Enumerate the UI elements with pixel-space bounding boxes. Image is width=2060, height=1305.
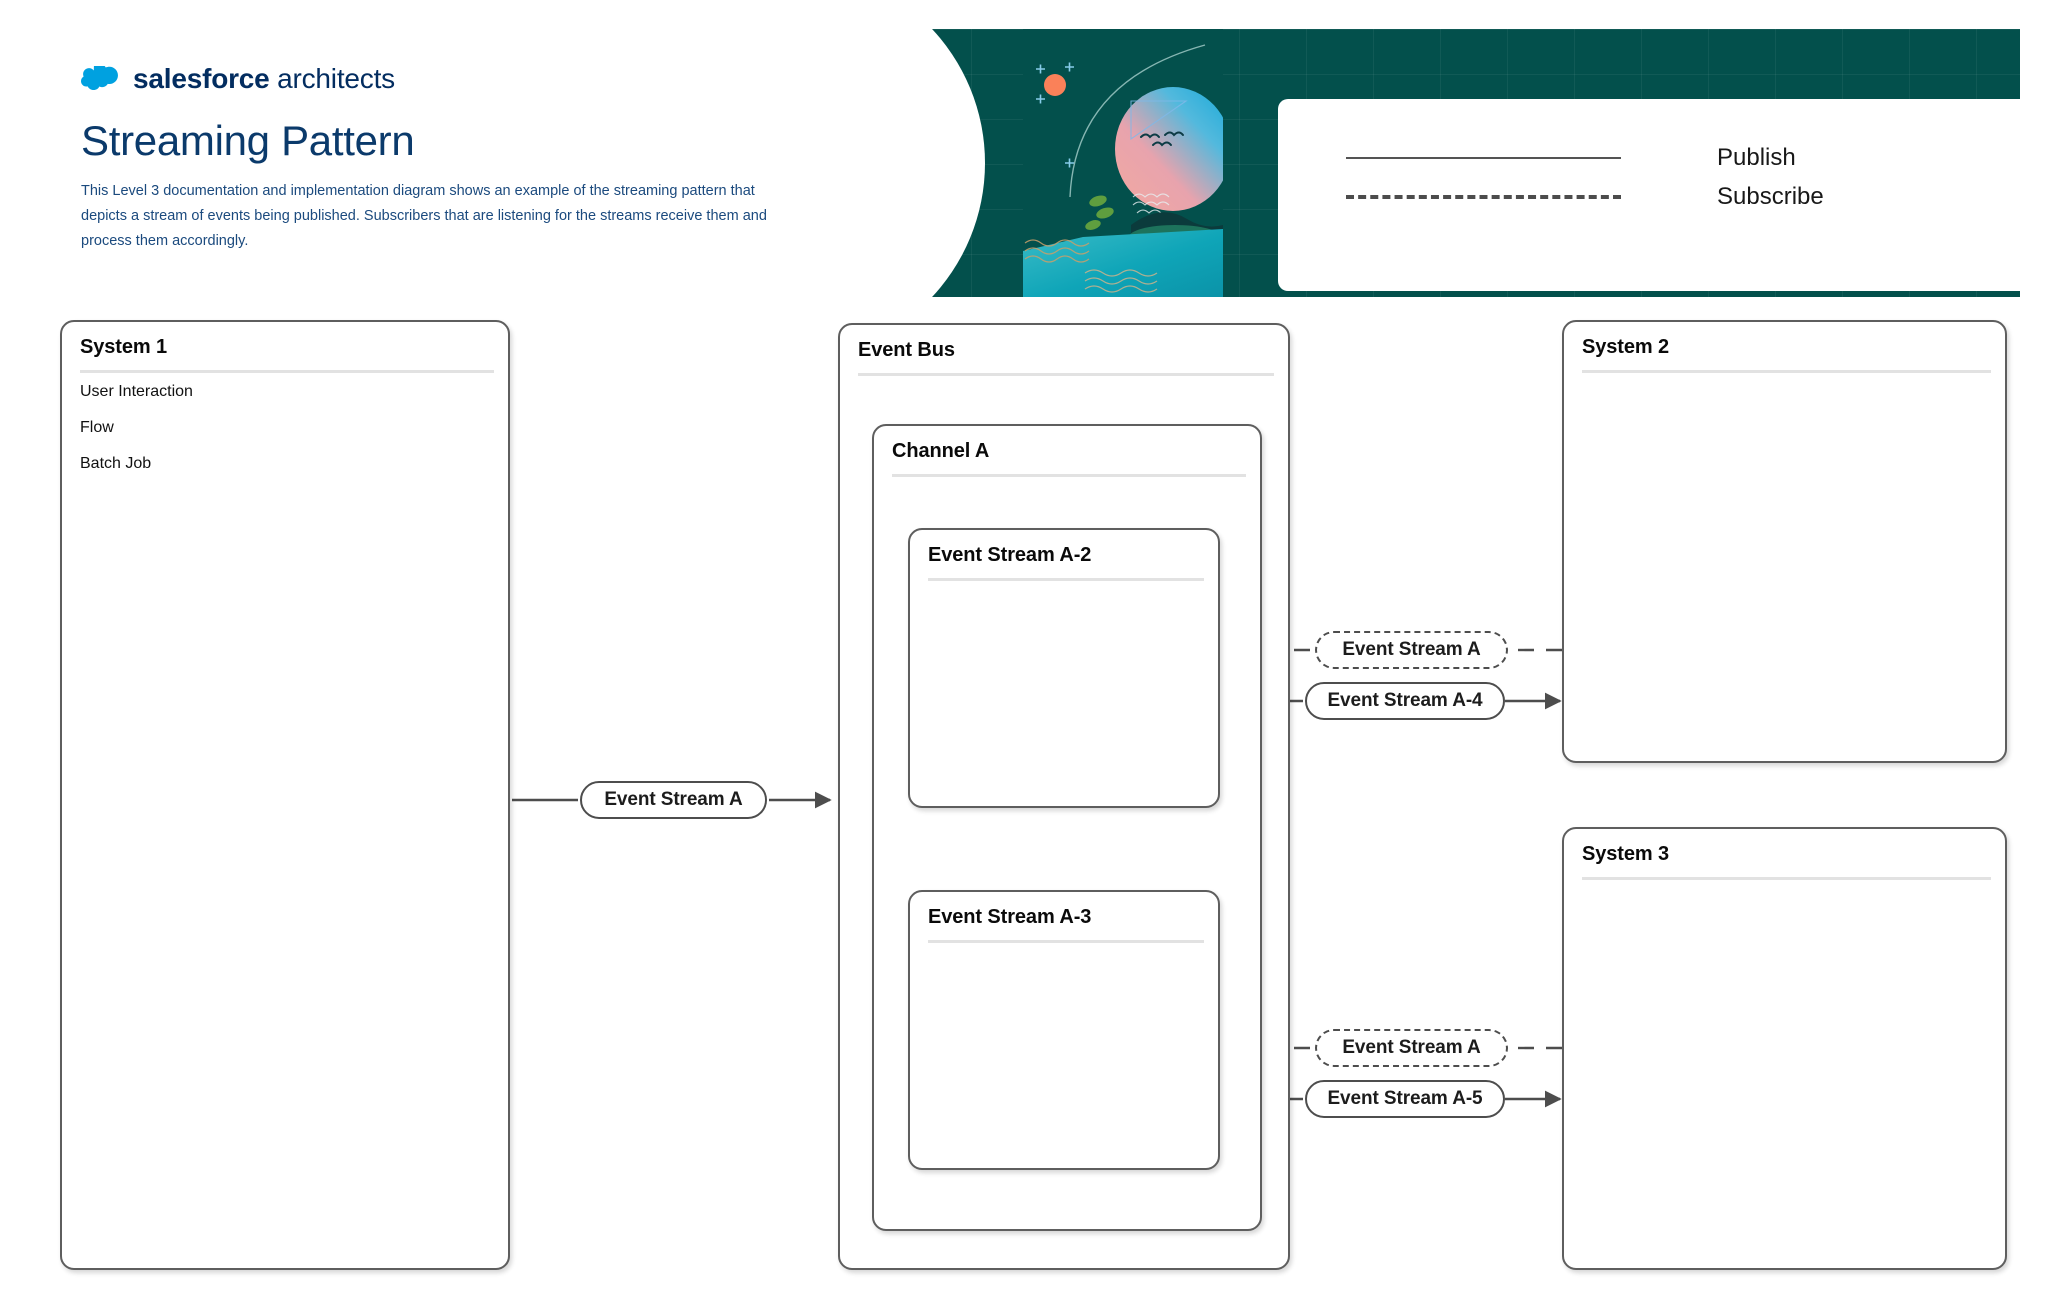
list-item: User Interaction — [80, 383, 193, 400]
node-title-system-3: System 3 — [1582, 843, 1670, 865]
edge-label-system2-subscribe: Event Stream A — [1315, 631, 1508, 669]
node-divider — [892, 474, 1246, 477]
node-title-channel-a: Channel A — [892, 440, 990, 462]
edge-label-system3-publish: Event Stream A-5 — [1305, 1080, 1505, 1118]
salesforce-cloud-icon — [81, 65, 118, 90]
node-title-event-stream-a-3: Event Stream A-3 — [928, 906, 1092, 928]
legend-item-publish: Publish — [1346, 144, 1986, 172]
intro-content: salesforce architects Streaming Pattern … — [81, 63, 801, 254]
legend-label-publish: Publish — [1717, 144, 1796, 171]
node-divider — [858, 373, 1274, 376]
node-event-stream-a-3[interactable]: Event Stream A-3 — [908, 890, 1220, 1170]
node-system-2[interactable]: System 2 — [1562, 320, 2007, 763]
system-1-capability-list: User Interaction Flow Batch Job — [80, 384, 193, 492]
node-system-3[interactable]: System 3 — [1562, 827, 2007, 1270]
page-title: Streaming Pattern — [81, 117, 415, 164]
legend-item-subscribe: Subscribe — [1346, 183, 1986, 211]
edge-label-system2-publish: Event Stream A-4 — [1305, 682, 1505, 720]
node-divider — [928, 578, 1204, 581]
edge-label-system3-subscribe: Event Stream A — [1315, 1029, 1508, 1067]
header-banner: salesforce architects Streaming Pattern … — [33, 29, 2020, 297]
node-event-stream-a-2[interactable]: Event Stream A-2 — [908, 528, 1220, 808]
legend-label-subscribe: Subscribe — [1717, 183, 1824, 210]
node-title-system-1: System 1 — [80, 336, 168, 358]
legend-solid-line-icon — [1346, 157, 1621, 159]
salesforce-architects-logo: salesforce architects — [81, 63, 801, 95]
logo-wordmark: salesforce architects — [133, 63, 395, 95]
logo-architects-text: architects — [277, 63, 395, 94]
page-description: This Level 3 documentation and implement… — [81, 183, 767, 249]
node-divider — [80, 370, 494, 373]
node-divider — [1582, 877, 1991, 880]
node-title-event-stream-a-2: Event Stream A-2 — [928, 544, 1092, 566]
legend-card: Publish Subscribe — [1278, 99, 2020, 291]
node-divider — [928, 940, 1204, 943]
node-divider — [1582, 370, 1991, 373]
hero-illustration — [1023, 29, 1223, 297]
legend-dashed-line-icon — [1346, 195, 1621, 199]
node-title-event-bus: Event Bus — [858, 339, 955, 361]
node-system-1[interactable]: System 1 User Interaction Flow Batch Job — [60, 320, 510, 1270]
list-item: Flow — [80, 419, 114, 436]
node-title-system-2: System 2 — [1582, 336, 1670, 358]
edge-label-system1-publish: Event Stream A — [580, 781, 767, 819]
list-item: Batch Job — [80, 455, 152, 472]
logo-salesforce-text: salesforce — [133, 63, 270, 94]
